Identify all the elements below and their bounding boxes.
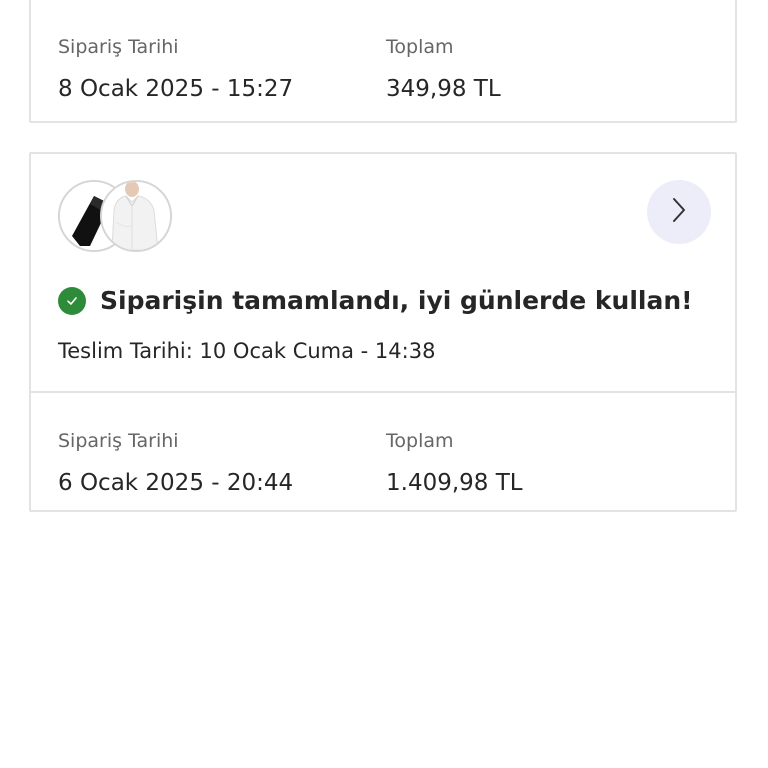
delivery-date-label: Teslim Tarihi: bbox=[58, 339, 193, 363]
order-total-label: Toplam bbox=[386, 36, 454, 58]
check-circle-icon bbox=[58, 287, 86, 315]
white-shirt-icon bbox=[100, 180, 172, 252]
order-list-page: Sipariş Tarihi 8 Ocak 2025 - 15:27 Topla… bbox=[0, 0, 768, 768]
order-summary-row: Sipariş Tarihi 8 Ocak 2025 - 15:27 Topla… bbox=[31, 0, 735, 116]
order-date-label: Sipariş Tarihi bbox=[58, 36, 179, 58]
order-total-block: Toplam 349,98 TL bbox=[386, 36, 501, 103]
order-date-block: Sipariş Tarihi 6 Ocak 2025 - 20:44 bbox=[58, 430, 293, 497]
order-date-value: 6 Ocak 2025 - 20:44 bbox=[58, 470, 294, 496]
order-total-value: 349,98 TL bbox=[386, 76, 501, 102]
order-date-value: 8 Ocak 2025 - 15:27 bbox=[58, 76, 294, 102]
order-date-block: Sipariş Tarihi 8 Ocak 2025 - 15:27 bbox=[58, 36, 293, 103]
order-details-button[interactable] bbox=[647, 180, 711, 244]
order-status: Siparişin tamamlandı, iyi günlerde kulla… bbox=[58, 286, 693, 316]
product-thumbnails bbox=[58, 180, 178, 252]
order-date-label: Sipariş Tarihi bbox=[58, 430, 179, 452]
order-card[interactable]: Siparişin tamamlandı, iyi günlerde kulla… bbox=[29, 152, 737, 512]
order-total-value: 1.409,98 TL bbox=[386, 470, 523, 496]
order-total-label: Toplam bbox=[386, 430, 454, 452]
delivery-date-value: 10 Ocak Cuma - 14:38 bbox=[199, 339, 436, 363]
order-summary-row: Sipariş Tarihi 6 Ocak 2025 - 20:44 Topla… bbox=[31, 392, 735, 510]
chevron-right-icon bbox=[669, 196, 689, 228]
order-status-text: Siparişin tamamlandı, iyi günlerde kulla… bbox=[100, 286, 693, 315]
order-total-block: Toplam 1.409,98 TL bbox=[386, 430, 523, 497]
delivery-info: Teslim Tarihi: 10 Ocak Cuma - 14:38 bbox=[58, 338, 435, 364]
order-card[interactable]: Sipariş Tarihi 8 Ocak 2025 - 15:27 Topla… bbox=[29, 0, 737, 123]
